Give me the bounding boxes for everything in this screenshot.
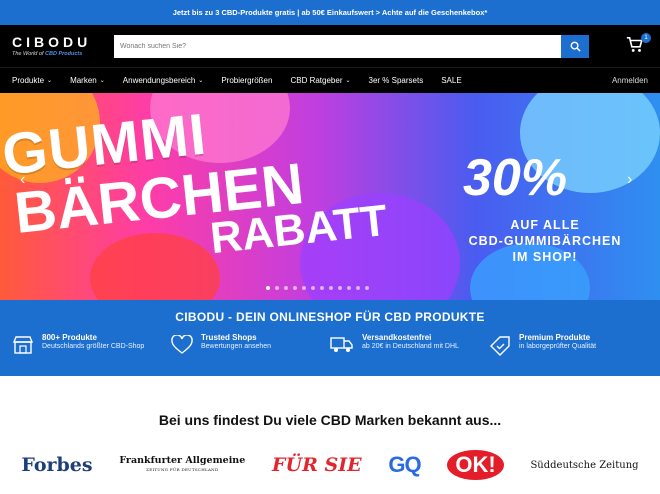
main-nav: Produkte ⌄ Marken ⌄ Anwendungsbereich ⌄ Pro… — [0, 67, 660, 93]
hero-offer-line2: CBD-GUMMIBÄRCHEN — [468, 234, 622, 248]
hero-offer-line1: AUF ALLE — [510, 218, 580, 232]
carousel-dot[interactable] — [311, 286, 315, 290]
carousel-dot[interactable] — [338, 286, 342, 290]
hero-discount: 30% — [463, 149, 568, 207]
hero-offer-line3: IM SHOP! — [512, 250, 578, 264]
cart-button[interactable]: 1 — [626, 33, 651, 56]
gq-logo: GQ — [388, 452, 421, 477]
carousel-dot[interactable] — [329, 286, 333, 290]
nav-item-sale[interactable]: SALE — [441, 76, 461, 85]
usp-free-shipping: Versandkostenfrei ab 20€ in Deutschland m… — [330, 333, 489, 357]
truck-icon — [330, 337, 353, 352]
chevron-down-icon: ⌄ — [47, 78, 53, 84]
chevron-down-icon: ⌄ — [99, 78, 105, 84]
carousel-dot[interactable] — [356, 286, 360, 290]
login-link[interactable]: Anmelden — [612, 76, 648, 85]
search-input[interactable] — [114, 34, 561, 58]
brand-press-section: Bei uns findest Du viele CBD Marken beka… — [0, 376, 660, 480]
nav-item-probiergroessen[interactable]: Probiergrößen — [221, 76, 272, 85]
promo-text: Jetzt bis zu 3 CBD-Produkte gratis | ab … — [172, 8, 488, 17]
usp-premium: Premium Produkte in laborgeprüfter Qualit… — [489, 333, 648, 357]
forbes-logo: Forbes — [21, 454, 93, 476]
ok-logo: OK! — [447, 450, 504, 480]
fur-sie-logo: FÜR SIE — [272, 454, 362, 476]
carousel-dot[interactable] — [320, 286, 324, 290]
nav-item-sparsets[interactable]: 3er % Sparsets — [369, 76, 424, 85]
usp-band: CIBODU - DEIN ONLINESHOP FÜR CBD PRODUKT… — [0, 300, 660, 376]
search-bar — [114, 34, 589, 58]
usp-products: 800+ Produkte Deutschlands größter CBD-Sh… — [12, 333, 171, 357]
promo-bar[interactable]: Jetzt bis zu 3 CBD-Produkte gratis | ab … — [0, 0, 660, 25]
nav-item-produkte[interactable]: Produkte ⌄ — [12, 76, 52, 85]
hero-offer-panel: 30% AUF ALLE CBD-GUMMIBÄRCHEN IM SHOP! — [455, 148, 635, 298]
site-logo[interactable]: CIBODU The World of CBD Products — [12, 35, 108, 57]
carousel-dot[interactable] — [365, 286, 369, 290]
heart-icon — [171, 335, 193, 354]
search-icon — [570, 41, 581, 52]
carousel-dot[interactable] — [266, 286, 270, 290]
chevron-down-icon: ⌄ — [198, 78, 204, 84]
nav-item-anwendungsbereich[interactable]: Anwendungsbereich ⌄ — [123, 76, 204, 85]
logo-tagline: The World of CBD Products — [12, 51, 83, 57]
carousel-prev-arrow-icon[interactable]: ‹ — [20, 171, 25, 189]
cart-count-badge: 1 — [641, 33, 651, 43]
brands-heading: Bei uns findest Du viele CBD Marken beka… — [158, 412, 502, 428]
site-header: CIBODU The World of CBD Products 1 — [0, 25, 660, 67]
carousel-dots — [266, 286, 369, 290]
search-button[interactable] — [561, 34, 589, 58]
shop-icon — [12, 336, 34, 354]
carousel-dot[interactable] — [302, 286, 306, 290]
carousel-next-arrow-icon[interactable]: › — [627, 171, 632, 189]
chevron-down-icon: ⌄ — [345, 78, 351, 84]
logo-wordmark: CIBODU — [12, 34, 92, 50]
carousel-dot[interactable] — [293, 286, 297, 290]
hero-banner[interactable]: GUMMI BÄRCHEN RABATT 30% AUF ALLE CBD-GU… — [0, 93, 660, 300]
usp-trusted-shops[interactable]: Trusted Shops Bewertungen ansehen — [171, 333, 330, 357]
sueddeutsche-logo: Süddeutsche Zeitung — [530, 459, 639, 471]
faz-logo: Frankfurter Allgemeine ZEITUNG FÜR DEUTSC… — [119, 455, 246, 472]
tag-check-icon — [490, 336, 510, 356]
carousel-dot[interactable] — [275, 286, 279, 290]
carousel-dot[interactable] — [284, 286, 288, 290]
carousel-dot[interactable] — [347, 286, 351, 290]
nav-item-marken[interactable]: Marken ⌄ — [70, 76, 105, 85]
usp-title: CIBODU - DEIN ONLINESHOP FÜR CBD PRODUKT… — [175, 310, 485, 324]
nav-item-cbd-ratgeber[interactable]: CBD Ratgeber ⌄ — [290, 76, 350, 85]
